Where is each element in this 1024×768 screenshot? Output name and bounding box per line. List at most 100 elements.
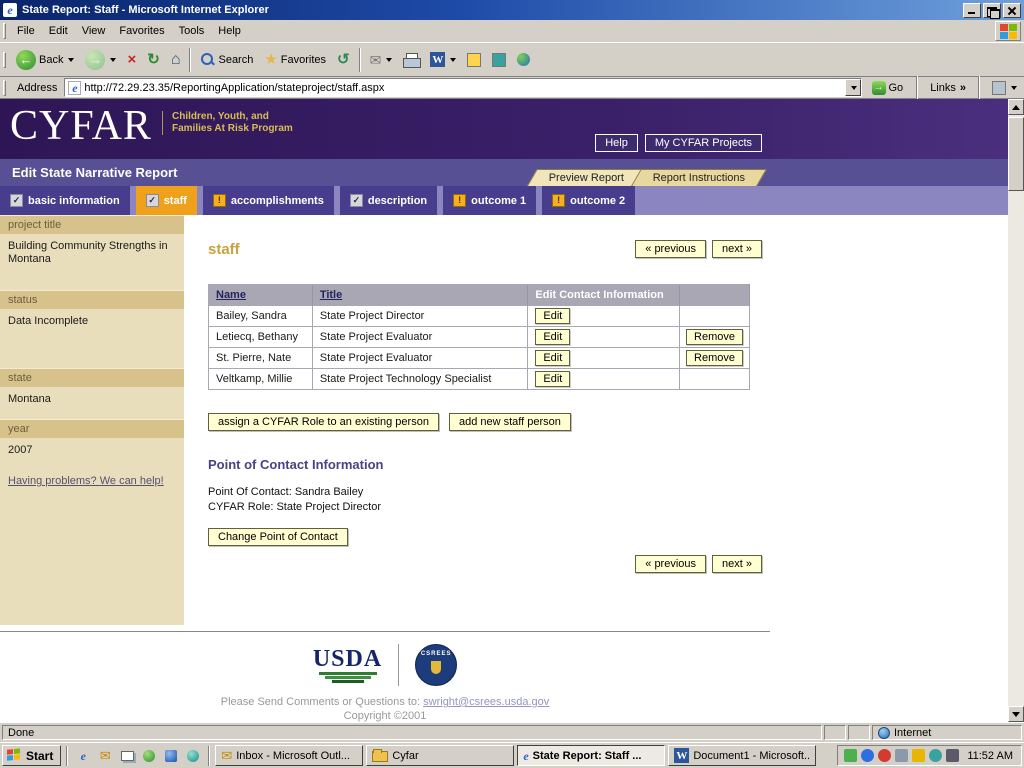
sort-by-title-link[interactable]: Title — [320, 289, 342, 301]
address-bar: Address e → Go Links » — [0, 77, 1024, 99]
tab-accomplishments[interactable]: ! accomplishments — [203, 186, 334, 215]
quicklaunch-icon-6[interactable] — [183, 746, 203, 766]
back-button[interactable]: ← Back — [11, 45, 79, 75]
print-button[interactable] — [398, 45, 424, 75]
menu-favorites[interactable]: Favorites — [112, 21, 171, 41]
tray-icon-7[interactable] — [946, 749, 959, 762]
previous-button-bottom[interactable]: « previous — [635, 555, 706, 573]
go-button[interactable]: → Go — [866, 80, 910, 96]
taskbar-item-word-document[interactable]: W Document1 - Microsoft... — [668, 745, 816, 766]
table-row: Bailey, Sandra State Project Director Ed… — [209, 306, 750, 327]
mail-dropdown-caret[interactable] — [386, 58, 392, 62]
stop-button[interactable]: × — [122, 45, 141, 75]
sort-by-name-link[interactable]: Name — [216, 289, 246, 301]
taskbar-divider — [208, 746, 210, 766]
research-button[interactable] — [487, 45, 511, 75]
next-button[interactable]: next » — [712, 240, 762, 258]
my-cyfar-projects-button[interactable]: My CYFAR Projects — [645, 134, 762, 152]
edit-button[interactable]: Edit — [535, 329, 570, 345]
tray-icon-4[interactable] — [895, 749, 908, 762]
mail-button[interactable]: ✉ — [365, 45, 398, 75]
edit-with-word-button[interactable]: W — [425, 45, 461, 75]
quicklaunch-ie-icon[interactable]: e — [73, 746, 93, 766]
back-dropdown-caret[interactable] — [68, 58, 74, 62]
notes-button[interactable] — [462, 45, 486, 75]
quicklaunch-outlook-icon[interactable]: ✉ — [95, 746, 115, 766]
home-button[interactable]: ⌂ — [166, 45, 186, 75]
restore-button[interactable] — [983, 3, 1001, 18]
next-button-bottom[interactable]: next » — [712, 555, 762, 573]
close-button[interactable] — [1003, 3, 1021, 18]
scrollbar-thumb[interactable] — [1008, 117, 1024, 191]
main-header-row: staff « previous next » — [208, 240, 762, 258]
toolbar-options-dropdown[interactable] — [987, 81, 1022, 95]
help-link[interactable]: Having problems? We can help! — [8, 475, 164, 487]
start-button[interactable]: Start — [2, 745, 61, 766]
address-grip[interactable] — [3, 80, 6, 96]
menu-tools[interactable]: Tools — [172, 21, 212, 41]
comments-email-link[interactable]: swright@csrees.usda.gov — [423, 696, 549, 708]
menu-help[interactable]: Help — [211, 21, 248, 41]
forward-dropdown-caret[interactable] — [110, 58, 116, 62]
refresh-button[interactable]: ↻ — [142, 45, 165, 75]
previous-button[interactable]: « previous — [635, 240, 706, 258]
sidebar-section-state: state Montana — [0, 368, 184, 414]
scroll-up-button[interactable] — [1008, 99, 1024, 115]
assign-role-button[interactable]: assign a CYFAR Role to an existing perso… — [208, 413, 439, 431]
minimize-button[interactable] — [963, 3, 981, 18]
quicklaunch-show-desktop-icon[interactable] — [117, 746, 137, 766]
quicklaunch-icon-5[interactable] — [161, 746, 181, 766]
preview-report-tab[interactable]: Preview Report — [528, 169, 647, 186]
quicklaunch-icon-4[interactable] — [139, 746, 159, 766]
edit-button[interactable]: Edit — [535, 308, 570, 324]
add-staff-button[interactable]: add new staff person — [449, 413, 571, 431]
menu-file[interactable]: File — [10, 21, 42, 41]
tray-icon-3[interactable] — [878, 749, 891, 762]
history-button[interactable]: ↺ — [332, 45, 355, 75]
tray-icon-2[interactable] — [861, 749, 874, 762]
address-field[interactable]: e — [64, 78, 861, 97]
scroll-down-button[interactable] — [1008, 706, 1024, 722]
favorites-icon: ★ — [264, 52, 277, 67]
links-chevron-icon: » — [960, 82, 966, 94]
tray-icon-5[interactable] — [912, 749, 925, 762]
forward-button[interactable]: → — [80, 45, 121, 75]
tray-icon-6[interactable] — [929, 749, 942, 762]
messenger-button[interactable] — [512, 45, 535, 75]
tab-staff[interactable]: ✓ staff — [136, 186, 197, 215]
edit-button[interactable]: Edit — [535, 350, 570, 366]
edit-button[interactable]: Edit — [535, 371, 570, 387]
taskbar-item-cyfar-folder[interactable]: Cyfar — [366, 745, 514, 766]
tray-icon-1[interactable] — [844, 749, 857, 762]
tab-outcome-1[interactable]: ! outcome 1 — [443, 186, 536, 215]
tab-basic-information[interactable]: ✓ basic information — [0, 186, 130, 215]
remove-button[interactable]: Remove — [686, 329, 743, 345]
edit-dropdown-caret[interactable] — [450, 58, 456, 62]
address-dropdown-button[interactable] — [845, 79, 861, 96]
search-button[interactable]: Search — [195, 45, 258, 75]
vertical-scrollbar[interactable] — [1008, 99, 1024, 722]
menu-grip[interactable] — [3, 23, 6, 39]
tab-description[interactable]: ✓ description — [340, 186, 437, 215]
favorites-button[interactable]: ★ Favorites — [259, 45, 331, 75]
links-button[interactable]: Links » — [925, 82, 971, 94]
search-label: Search — [218, 54, 253, 66]
staff-name: Bailey, Sandra — [209, 306, 313, 327]
sidebar: project title Building Community Strengt… — [0, 215, 184, 625]
toolbar-grip[interactable] — [3, 52, 6, 68]
taskbar-item-state-report[interactable]: e State Report: Staff ... — [517, 745, 665, 766]
page-title: Edit State Narrative Report — [0, 159, 177, 186]
remove-button[interactable]: Remove — [686, 350, 743, 366]
outlook-icon: ✉ — [221, 748, 232, 764]
change-poc-button[interactable]: Change Point of Contact — [208, 528, 348, 546]
menu-view[interactable]: View — [75, 21, 113, 41]
help-button[interactable]: Help — [595, 134, 638, 152]
staff-actions: assign a CYFAR Role to an existing perso… — [208, 413, 762, 431]
report-instructions-tab[interactable]: Report Instructions — [631, 169, 767, 186]
menu-edit[interactable]: Edit — [42, 21, 75, 41]
system-tray: 11:52 AM — [837, 745, 1022, 766]
folder-icon — [372, 749, 388, 762]
taskbar-item-outlook-inbox[interactable]: ✉ Inbox - Microsoft Outl... — [215, 745, 363, 766]
tab-outcome-2[interactable]: ! outcome 2 — [542, 186, 635, 215]
address-input[interactable] — [84, 80, 844, 95]
